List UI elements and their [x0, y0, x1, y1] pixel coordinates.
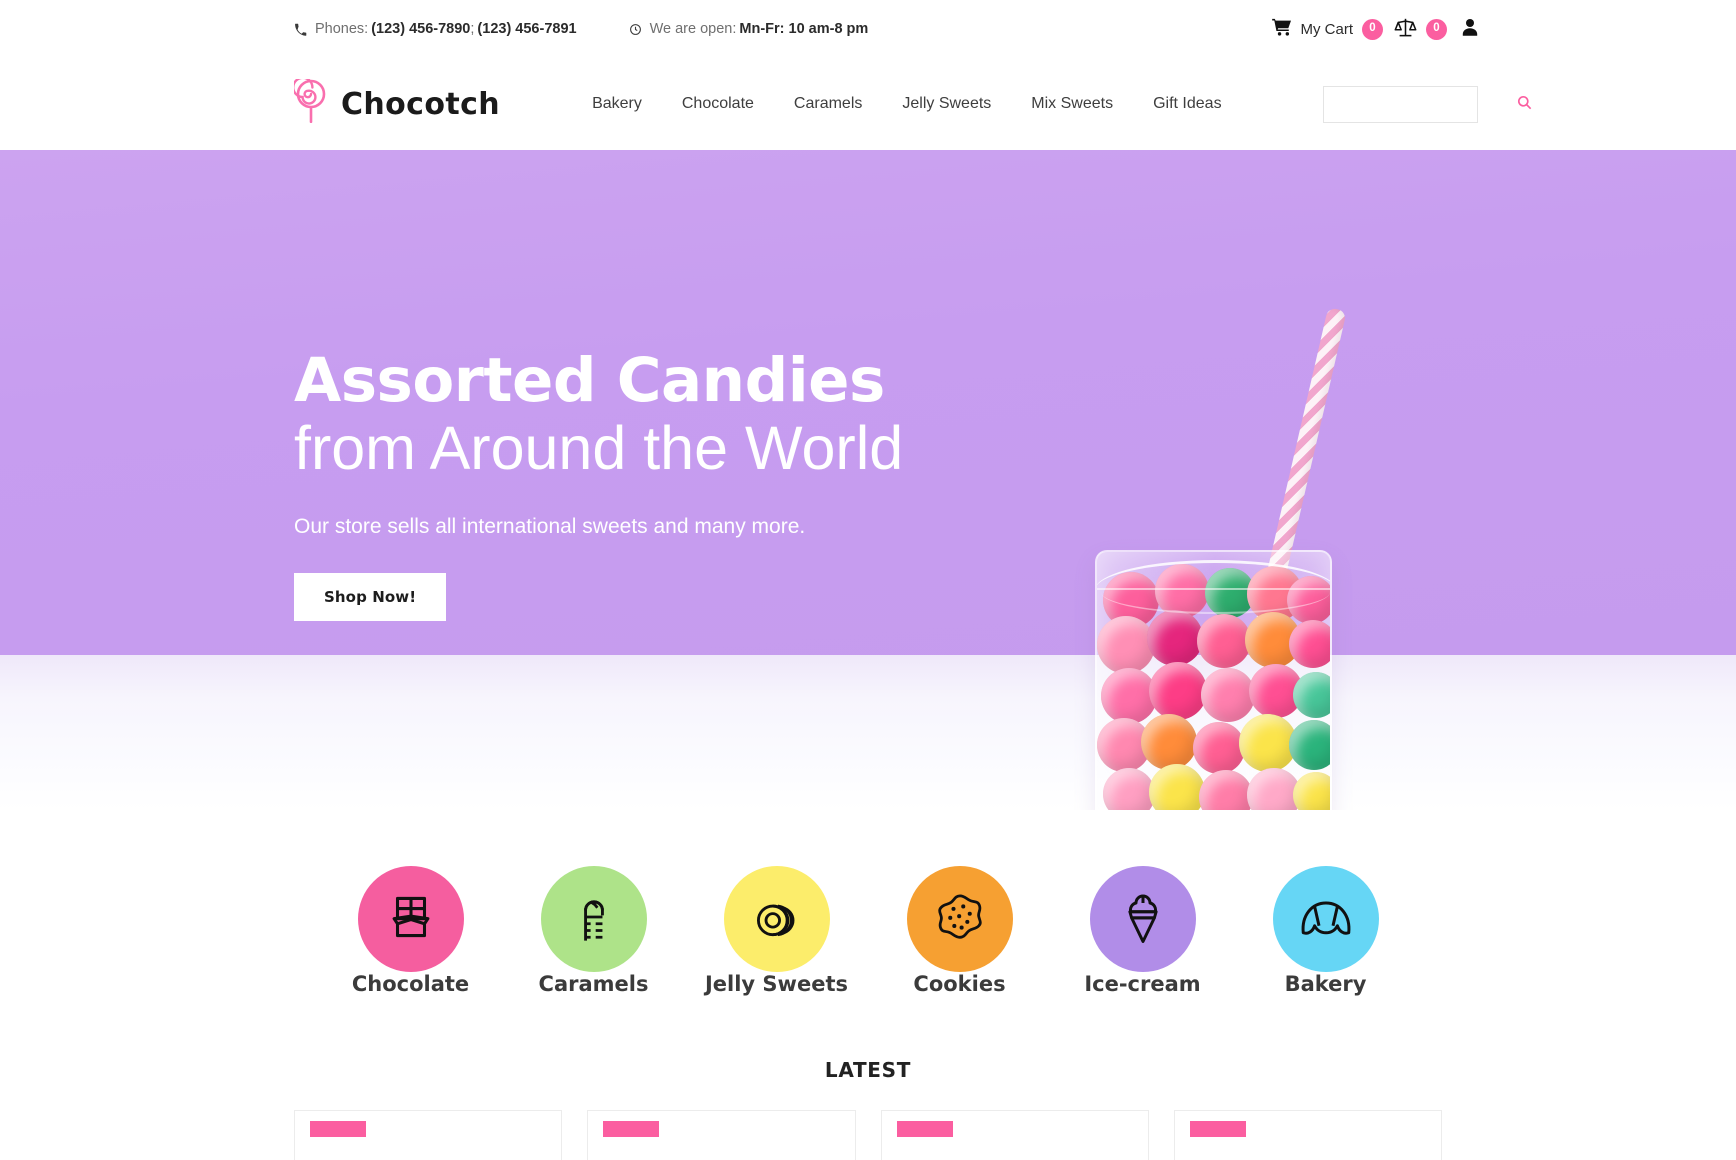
croissant-icon [1298, 893, 1354, 946]
chocolate-bar-icon [384, 890, 438, 949]
shopping-cart-icon [1271, 18, 1292, 40]
cookie-icon [934, 891, 986, 948]
site-logo[interactable]: Chocotch [292, 76, 501, 129]
category-cookies-circle [906, 866, 1013, 972]
product-card[interactable] [1173, 1110, 1442, 1160]
phone-number-2[interactable]: (123) 456-7891 [477, 21, 576, 37]
opening-hours-value: Mn-Fr: 10 am-8 pm [739, 21, 869, 37]
phone-number-1[interactable]: (123) 456-7890 [371, 21, 470, 37]
shop-now-button[interactable]: Shop Now! [294, 572, 447, 621]
latest-products-row [258, 1110, 1478, 1160]
nav-item-caramels[interactable]: Caramels [774, 95, 882, 113]
latest-section-title: LATEST [824, 1058, 912, 1082]
compare-count-badge: 0 [1426, 18, 1447, 40]
product-card[interactable] [294, 1110, 563, 1160]
account-button[interactable] [1462, 18, 1478, 41]
category-chocolate-circle [357, 866, 464, 972]
category-bakery[interactable]: Bakery [1234, 866, 1417, 996]
category-chocolate-label: Chocolate [351, 972, 470, 996]
category-chocolate[interactable]: Chocolate [319, 866, 502, 996]
category-ice-cream-label: Ice-cream [1084, 972, 1201, 996]
search-box[interactable] [1323, 85, 1532, 123]
scales-compare-icon [1394, 17, 1417, 42]
candy-cane-icon [569, 890, 619, 949]
nav-item-chocolate[interactable]: Chocolate [662, 95, 774, 113]
top-utility-bar: Phones: (123) 456-7890; (123) 456-7891 W… [0, 0, 1736, 58]
product-card[interactable] [587, 1110, 856, 1160]
phones-info: Phones: (123) 456-7890; (123) 456-7891 [294, 21, 577, 37]
main-navigation: Bakery Chocolate Caramels Jelly Sweets M… [572, 95, 1242, 113]
product-badge [896, 1121, 953, 1137]
phones-label: Phones: [315, 21, 369, 37]
nav-item-jelly-sweets[interactable]: Jelly Sweets [882, 95, 1011, 113]
category-jelly-sweets-label: Jelly Sweets [704, 972, 848, 996]
ice-cream-cone-icon [1121, 889, 1165, 950]
jelly-swirl-icon [750, 890, 804, 949]
hero-banner: Assorted Candies from Around the World O… [0, 150, 1736, 810]
nav-item-gift-ideas[interactable]: Gift Ideas [1133, 95, 1241, 113]
category-cookies-label: Cookies [913, 972, 1006, 996]
logo-text: Chocotch [341, 86, 501, 122]
search-icon [1517, 95, 1532, 113]
hero-white-table [0, 655, 1736, 810]
hero-title-line1: Assorted Candies [294, 345, 885, 416]
category-bakery-circle [1272, 866, 1379, 972]
opening-hours-label: We are open: [649, 21, 737, 37]
lollipop-icon [292, 76, 328, 129]
opening-hours-info: We are open: Mn-Fr: 10 am-8 pm [629, 21, 869, 37]
category-ice-cream[interactable]: Ice-cream [1051, 866, 1234, 996]
search-input[interactable] [1324, 86, 1517, 122]
category-jelly-sweets[interactable]: Jelly Sweets [685, 866, 868, 996]
phone-icon [294, 23, 307, 36]
user-account-icon [1462, 18, 1478, 41]
category-ice-cream-circle [1089, 866, 1196, 972]
nav-item-bakery[interactable]: Bakery [572, 95, 662, 113]
category-cookies[interactable]: Cookies [868, 866, 1051, 996]
hero-content: Assorted Candies from Around the World O… [258, 350, 1478, 621]
nav-item-mix-sweets[interactable]: Mix Sweets [1011, 95, 1133, 113]
category-shortcuts: Chocolate Caramels Jelly Sweets Cookies … [258, 810, 1478, 996]
cart-count-badge: 0 [1362, 18, 1383, 40]
page-root: Phones: (123) 456-7890; (123) 456-7891 W… [0, 0, 1736, 1160]
hero-title-line2: from Around the World [294, 414, 904, 482]
product-badge [603, 1121, 660, 1137]
product-badge [310, 1121, 366, 1137]
my-cart-button[interactable]: My Cart 0 [1271, 18, 1383, 40]
compare-button[interactable]: 0 [1394, 17, 1447, 42]
category-bakery-label: Bakery [1284, 972, 1367, 996]
category-caramels[interactable]: Caramels [502, 866, 685, 996]
my-cart-label: My Cart [1300, 20, 1354, 38]
phone-separator: ; [470, 21, 475, 37]
category-jelly-sweets-circle [723, 866, 830, 972]
top-bar-actions: My Cart 0 0 [1271, 17, 1479, 42]
hero-subtitle: Our store sells all international sweets… [294, 514, 806, 538]
search-submit-button[interactable] [1517, 87, 1532, 122]
category-caramels-circle [540, 866, 647, 972]
product-card[interactable] [880, 1110, 1149, 1160]
clock-icon [629, 23, 642, 36]
category-caramels-label: Caramels [538, 972, 649, 996]
product-badge [1189, 1121, 1246, 1137]
site-header: Chocotch Bakery Chocolate Caramels Jelly… [0, 58, 1736, 150]
